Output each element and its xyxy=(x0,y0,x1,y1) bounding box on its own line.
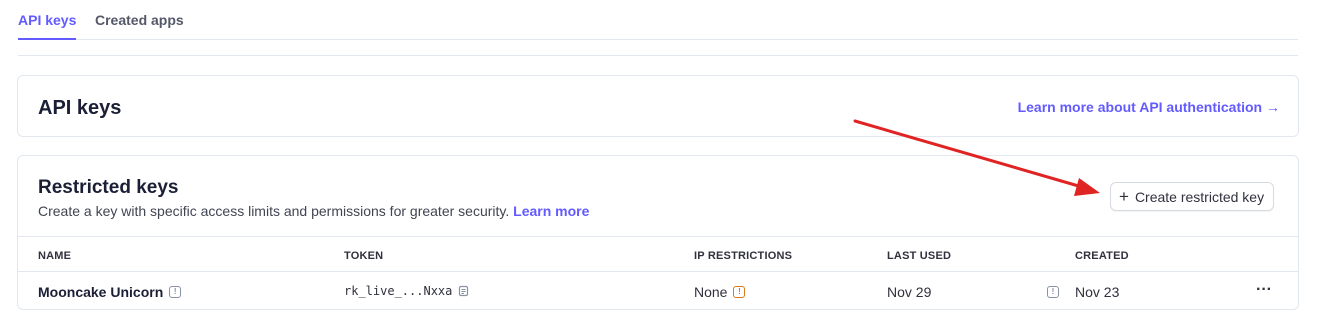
created-cell: Nov 23 xyxy=(1075,284,1119,300)
table-row[interactable]: Mooncake Unicorn ! rk_live_...Nxxa None … xyxy=(18,272,1298,310)
last-used-value: Nov 29 xyxy=(887,284,932,300)
api-keys-card: API keys Learn more about API authentica… xyxy=(17,75,1299,137)
column-header-token[interactable]: TOKEN xyxy=(344,250,383,262)
key-name-cell: Mooncake Unicorn ! xyxy=(38,284,182,300)
created-value: Nov 23 xyxy=(1075,284,1120,300)
warning-icon[interactable]: ! xyxy=(733,286,746,298)
create-restricted-key-button[interactable]: + Create restricted key xyxy=(1110,182,1275,211)
ip-restrictions-value: None xyxy=(694,284,728,300)
restricted-keys-title: Restricted keys xyxy=(38,177,179,198)
info-icon[interactable]: ! xyxy=(1047,286,1059,298)
token-value: rk_live_...Nxxa xyxy=(344,284,453,298)
column-header-ip-restrictions[interactable]: IP RESTRICTIONS xyxy=(694,250,792,262)
tab-api-keys[interactable]: API keys xyxy=(18,12,77,40)
description-text: Create a key with specific access limits… xyxy=(38,203,510,219)
learn-more-api-authentication-link[interactable]: Learn more about API authentication → xyxy=(1018,99,1280,115)
ip-restrictions-cell: None ! xyxy=(694,284,746,300)
restricted-keys-description: Create a key with specific access limits… xyxy=(38,203,589,219)
info-icon[interactable]: ! xyxy=(169,286,182,298)
divider xyxy=(18,55,1298,56)
column-header-last-used[interactable]: LAST USED xyxy=(887,250,951,262)
token-cell: rk_live_...Nxxa xyxy=(344,284,470,298)
column-header-name[interactable]: NAME xyxy=(38,250,71,262)
tab-created-apps[interactable]: Created apps xyxy=(95,12,184,28)
key-name: Mooncake Unicorn xyxy=(38,284,164,300)
table-header: NAME TOKEN IP RESTRICTIONS LAST USED CRE… xyxy=(18,236,1298,272)
copy-icon[interactable] xyxy=(458,285,470,297)
api-keys-title: API keys xyxy=(38,97,122,119)
more-options-icon[interactable]: ··· xyxy=(1256,281,1272,299)
plus-icon: + xyxy=(1119,187,1129,206)
last-used-cell: Nov 29 xyxy=(887,284,931,300)
learn-more-link[interactable]: Learn more xyxy=(513,203,589,219)
restricted-keys-card: Restricted keys Create a key with specif… xyxy=(17,155,1299,310)
column-header-created[interactable]: CREATED xyxy=(1075,250,1129,262)
tab-bar: API keys Created apps xyxy=(18,0,1298,40)
create-restricted-key-label: Create restricted key xyxy=(1134,188,1265,205)
